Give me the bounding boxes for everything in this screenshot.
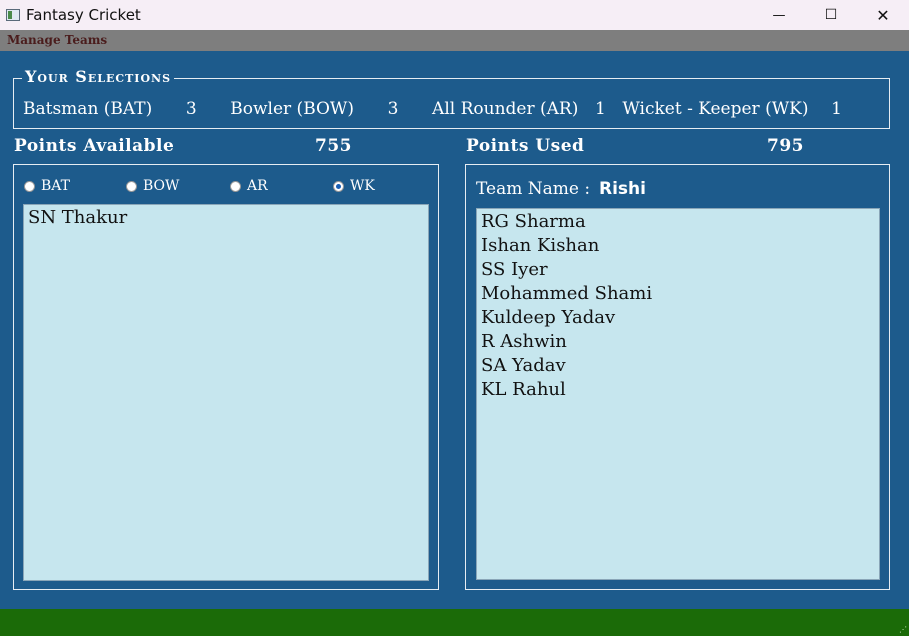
close-button[interactable]: ✕	[857, 0, 909, 30]
minimize-button[interactable]: —	[753, 0, 805, 30]
radio-ar-indicator	[230, 180, 241, 192]
bowler-count: 3	[387, 99, 399, 119]
points-available-value: 755	[315, 136, 352, 156]
list-item[interactable]: Ishan Kishan	[477, 234, 879, 258]
list-item[interactable]: Kuldeep Yadav	[477, 306, 879, 330]
available-players-list[interactable]: SN Thakur	[23, 204, 429, 581]
bowler-label: Bowler (BOW)	[230, 99, 355, 119]
team-players-list[interactable]: RG Sharma Ishan Kishan SS Iyer Mohammed …	[476, 208, 880, 580]
menu-manage-teams[interactable]: Manage Teams	[7, 33, 107, 47]
team-panel: Team Name : Rishi RG Sharma Ishan Kishan…	[465, 164, 890, 590]
team-name-value: Rishi	[599, 179, 646, 199]
list-item[interactable]: R Ashwin	[477, 330, 879, 354]
minimize-icon: —	[772, 7, 786, 23]
radio-bat-indicator	[24, 180, 35, 192]
radio-wk[interactable]: WK	[333, 178, 375, 194]
list-item[interactable]: RG Sharma	[477, 210, 879, 234]
allrounder-label: All Rounder (AR)	[432, 99, 579, 119]
available-players-panel: BAT BOW AR WK SN Thakur	[13, 164, 439, 590]
window-title: Fantasy Cricket	[26, 6, 141, 24]
radio-bat[interactable]: BAT	[24, 178, 70, 194]
radio-bow-label: BOW	[143, 178, 180, 194]
batsman-count: 3	[185, 99, 197, 119]
maximize-icon: ☐	[824, 7, 838, 23]
list-item[interactable]: SS Iyer	[477, 258, 879, 282]
allrounder-count: 1	[594, 99, 606, 119]
app-icon	[6, 9, 20, 21]
selection-counts: Batsman (BAT) 3 Bowler (BOW) 3 All Round…	[23, 99, 880, 119]
radio-ar-label: AR	[247, 178, 268, 194]
list-item[interactable]: Mohammed Shami	[477, 282, 879, 306]
batsman-label: Batsman (BAT)	[23, 99, 153, 119]
points-used-label: Points Used	[466, 136, 585, 156]
team-name-label: Team Name :	[476, 179, 591, 199]
resize-grip-icon[interactable]: ⋰	[899, 626, 907, 634]
maximize-button[interactable]: ☐	[805, 0, 857, 30]
your-selections-group: Your Selections Batsman (BAT) 3 Bowler (…	[13, 67, 890, 129]
main-panel: Your Selections Batsman (BAT) 3 Bowler (…	[0, 51, 909, 609]
menu-bar: Manage Teams	[0, 30, 909, 51]
your-selections-legend: Your Selections	[22, 67, 175, 86]
radio-bow[interactable]: BOW	[126, 178, 179, 194]
wicketkeeper-label: Wicket - Keeper (WK)	[622, 99, 809, 119]
wicketkeeper-count: 1	[831, 99, 842, 119]
status-bar: ⋰	[0, 609, 909, 636]
list-item[interactable]: SA Yadav	[477, 354, 879, 378]
points-used-value: 795	[767, 136, 804, 156]
list-item[interactable]: SN Thakur	[24, 206, 428, 230]
radio-wk-indicator	[333, 180, 344, 192]
radio-bat-label: BAT	[41, 178, 70, 194]
radio-wk-label: WK	[350, 178, 375, 194]
radio-bow-indicator	[126, 180, 137, 192]
title-bar: Fantasy Cricket — ☐ ✕	[0, 0, 909, 30]
radio-ar[interactable]: AR	[230, 178, 268, 194]
points-available-label: Points Available	[14, 136, 175, 156]
list-item[interactable]: KL Rahul	[477, 378, 879, 402]
close-icon: ✕	[876, 5, 890, 25]
window-controls: — ☐ ✕	[753, 0, 909, 30]
